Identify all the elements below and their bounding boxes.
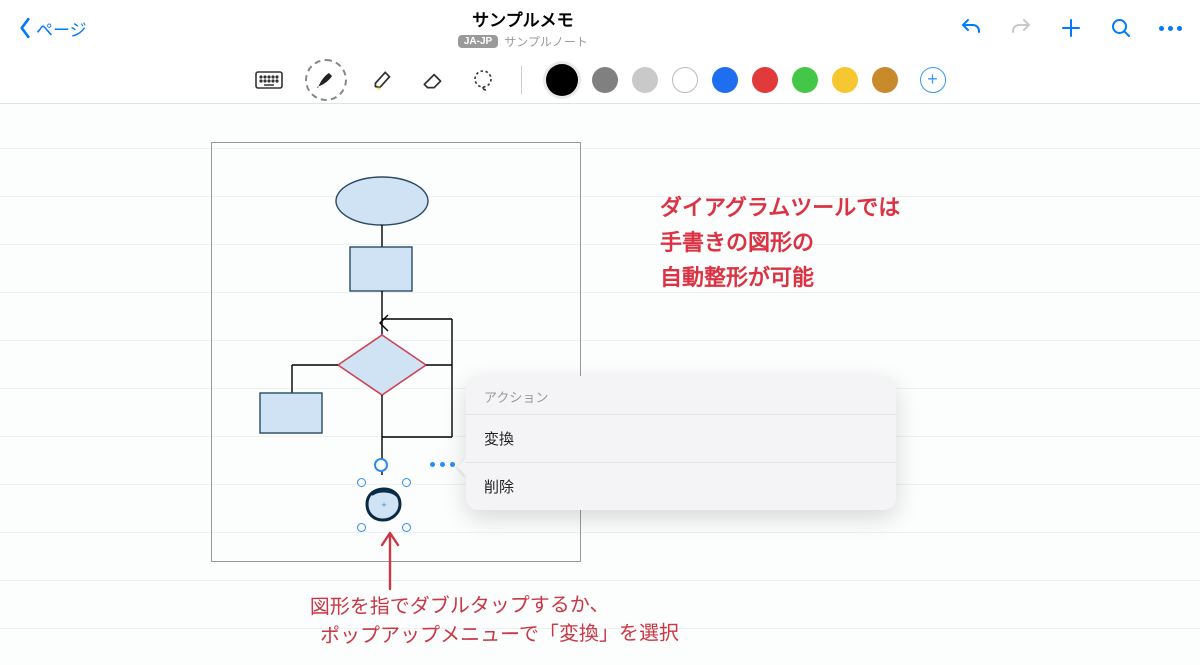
context-menu-header: アクション [466, 376, 896, 414]
pen-tool[interactable] [305, 59, 347, 101]
plus-icon[interactable] [1059, 16, 1083, 40]
chevron-left-icon [18, 17, 32, 39]
selected-shape[interactable]: + [362, 483, 406, 527]
lasso-tool[interactable] [469, 66, 497, 94]
color-swatch-black[interactable] [546, 64, 578, 96]
color-swatch-red[interactable] [752, 67, 778, 93]
page-title: サンプルメモ [87, 6, 959, 31]
lang-badge: JA-JP [458, 35, 498, 48]
highlighter-tool[interactable] [369, 66, 397, 94]
popup-caret [457, 458, 466, 476]
canvas[interactable]: ダイアグラムツールでは 手書きの図形の 自動整形が可能 + アクション 変換 削… [0, 104, 1200, 665]
color-swatch-ochre[interactable] [872, 67, 898, 93]
toolbar-separator [521, 66, 522, 94]
keyboard-tool[interactable] [255, 66, 283, 94]
annotation-text: ダイアグラムツールでは 手書きの図形の 自動整形が可能 [660, 190, 900, 296]
selection-more-icon[interactable] [430, 462, 455, 467]
context-menu-delete[interactable]: 削除 [466, 462, 896, 510]
color-swatch-blue[interactable] [712, 67, 738, 93]
color-swatch-silver[interactable] [632, 67, 658, 93]
context-menu: アクション 変換 削除 [466, 376, 896, 510]
more-icon[interactable] [1159, 26, 1182, 31]
color-swatch-gray[interactable] [592, 67, 618, 93]
redo-icon[interactable] [1009, 16, 1033, 40]
eraser-tool[interactable] [419, 66, 447, 94]
handwritten-note: 図形を指でダブルタップするか、 ポップアップメニューで「変換」を選択 [310, 590, 679, 651]
color-swatch-yellow[interactable] [832, 67, 858, 93]
header-center: サンプルメモ JA-JP サンプルノート [87, 6, 959, 50]
undo-icon[interactable] [959, 16, 983, 40]
add-color-button[interactable]: + [920, 67, 946, 93]
color-swatch-green[interactable] [792, 67, 818, 93]
search-icon[interactable] [1109, 16, 1133, 40]
notebook-name: サンプルノート [504, 33, 588, 50]
handwritten-arrow-icon [378, 529, 402, 593]
color-swatch-white[interactable] [672, 67, 698, 93]
back-label: ページ [36, 16, 87, 41]
selection-add-handle[interactable] [374, 458, 388, 472]
back-button[interactable]: ページ [18, 16, 87, 41]
context-menu-convert[interactable]: 変換 [466, 414, 896, 462]
toolbar: + [0, 56, 1200, 104]
svg-text:+: + [381, 500, 386, 510]
